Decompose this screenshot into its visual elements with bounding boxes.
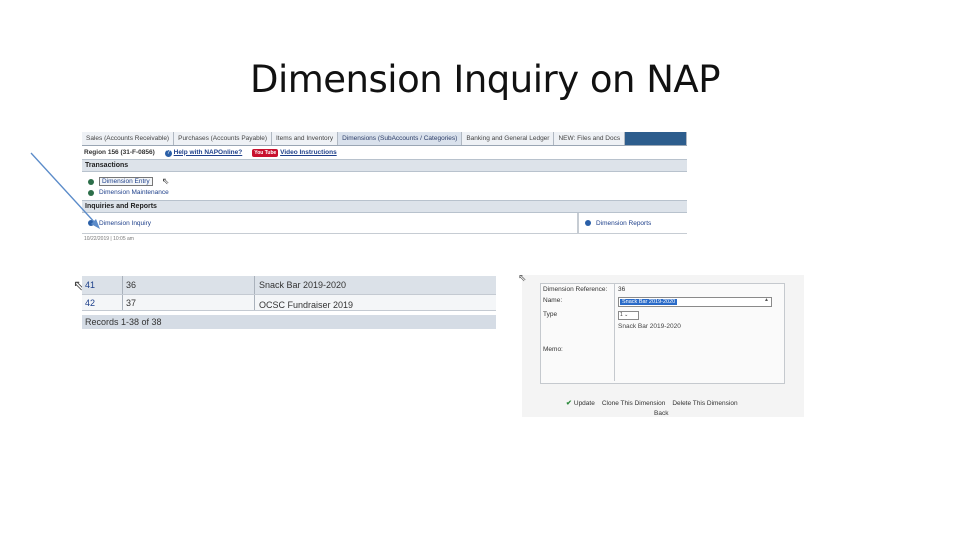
type-select-value: 1 [620, 312, 623, 318]
memo-label: Memo: [541, 337, 615, 381]
inquiries-heading: Inquiries and Reports [82, 200, 687, 213]
check-icon: ✔ [566, 400, 572, 407]
clone-label: Clone This Dimension [601, 399, 666, 407]
records-table-screenshot: 41 36 Snack Bar 2019-2020 42 37 OCSC Fun… [82, 276, 496, 332]
type-row: Type 1 ⌄ Snack Bar 2019-2020 [541, 309, 784, 337]
tab-banking[interactable]: Banking and General Ledger [462, 132, 555, 145]
chevron-down-icon: ⌄ [624, 312, 629, 318]
delete-dimension-button[interactable]: Delete This Dimension [672, 399, 737, 407]
sub-bar: Region 156 (31-F-0856) ? Help with NAPOn… [82, 146, 687, 159]
record-id-link[interactable]: 41 [82, 276, 123, 294]
name-field[interactable]: Snack Bar 2019-2020 ▲ [618, 297, 772, 307]
help-group: ? Help with NAPOnline? [164, 149, 243, 157]
reference-value: 36 [618, 286, 626, 293]
back-link[interactable]: Back [654, 410, 668, 417]
record-code: 37 [123, 295, 255, 310]
arrow-circle-icon [88, 220, 94, 226]
type-label: Type [541, 309, 615, 337]
type-select[interactable]: 1 ⌄ [618, 311, 639, 320]
name-label: Name: [541, 295, 615, 309]
table-row[interactable]: 42 37 OCSC Fundraiser 2019 [82, 295, 496, 311]
mouse-pointer-icon: ⇖ [518, 273, 527, 284]
arrow-circle-icon [88, 189, 94, 196]
tab-purchases[interactable]: Purchases (Accounts Payable) [174, 132, 272, 145]
table-row[interactable]: 41 36 Snack Bar 2019-2020 [82, 276, 496, 295]
mouse-pointer-icon: ⇖ [161, 176, 170, 186]
slide-title: Dimension Inquiry on NAP [249, 58, 721, 101]
dimension-maintenance-link[interactable]: Dimension Maintenance [99, 189, 169, 196]
delete-label: Delete This Dimension [672, 399, 738, 407]
nap-menu-screenshot: Sales (Accounts Receivable) Purchases (A… [82, 132, 687, 247]
youtube-icon: You Tube [252, 148, 279, 157]
dimension-form-screenshot: ⇖ Dimension Reference: 36 Name: Snack Ba… [518, 273, 804, 417]
dimension-entry-item[interactable]: Dimension Entry ⇖ [88, 176, 687, 187]
dimension-reports-item[interactable]: Dimension Reports [577, 213, 687, 233]
dimension-inquiry-link[interactable]: Dimension Inquiry [99, 220, 151, 227]
tab-sales[interactable]: Sales (Accounts Receivable) [82, 132, 175, 145]
dimension-entry-link[interactable]: Dimension Entry [99, 177, 153, 186]
record-id-link[interactable]: 42 [82, 295, 123, 310]
arrow-circle-icon [585, 220, 591, 226]
update-label: Update [573, 399, 595, 407]
region-label: Region 156 (31-F-0856) [84, 149, 155, 156]
dimension-maintenance-item[interactable]: Dimension Maintenance [88, 187, 687, 198]
question-icon: ? [164, 149, 172, 157]
chevron-down-icon: ▲ [764, 297, 769, 303]
arrow-circle-icon [88, 178, 94, 185]
tab-files[interactable]: NEW: Files and Docs [554, 132, 626, 145]
clone-dimension-button[interactable]: Clone This Dimension [602, 399, 665, 407]
record-name: Snack Bar 2019-2020 [259, 280, 347, 290]
reference-row: Dimension Reference: 36 [541, 284, 784, 295]
record-code: 36 [123, 276, 255, 294]
module-tabs: Sales (Accounts Receivable) Purchases (A… [82, 132, 687, 146]
tab-items[interactable]: Items and Inventory [272, 132, 339, 145]
transactions-heading: Transactions [82, 159, 687, 172]
transactions-list: Dimension Entry ⇖ Dimension Maintenance [82, 172, 687, 200]
footer-date: 10/22/2019 | 10:05 am [84, 236, 134, 242]
form-actions: ✔ Update Clone This Dimension Delete Thi… [566, 399, 738, 408]
help-link[interactable]: Help with NAPOnline? [174, 149, 243, 156]
dimension-reports-link[interactable]: Dimension Reports [596, 220, 651, 227]
name-row: Name: Snack Bar 2019-2020 ▲ [541, 295, 784, 309]
update-button[interactable]: ✔ Update [566, 399, 595, 408]
record-name: OCSC Fundraiser 2019 [259, 300, 354, 310]
tab-filler [625, 132, 687, 145]
tab-dimensions[interactable]: Dimensions (SubAccounts / Categories) [338, 132, 463, 145]
records-count: Records 1-38 of 38 [82, 315, 496, 329]
dimension-form: Dimension Reference: 36 Name: Snack Bar … [540, 283, 785, 384]
memo-value[interactable]: Snack Bar 2019-2020 [618, 323, 781, 330]
video-group: You Tube Video Instructions [252, 148, 337, 157]
inquiries-row: Dimension Inquiry Dimension Reports [82, 213, 687, 234]
memo-row: Memo: [541, 337, 784, 381]
dimension-inquiry-item[interactable]: Dimension Inquiry [82, 213, 577, 233]
reference-label: Dimension Reference: [541, 284, 615, 295]
name-field-value: Snack Bar 2019-2020 [620, 299, 678, 305]
video-instructions-link[interactable]: Video Instructions [280, 149, 337, 156]
